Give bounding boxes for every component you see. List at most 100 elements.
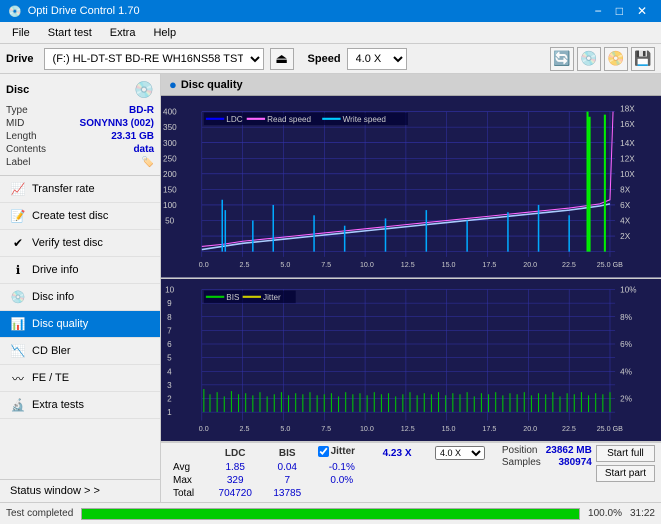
disc-info-label: Disc info: [32, 291, 74, 303]
samples-row: Samples 380974: [502, 457, 592, 468]
menu-help[interactable]: Help: [145, 25, 184, 41]
sidebar-item-disc-quality[interactable]: 📊 Disc quality: [0, 311, 160, 338]
svg-text:20.0: 20.0: [523, 423, 537, 432]
sidebar-item-fe-te[interactable]: 〰 FE / TE: [0, 365, 160, 392]
svg-text:10.0: 10.0: [360, 260, 374, 269]
status-text: Test completed: [6, 508, 73, 519]
svg-text:100: 100: [163, 201, 177, 210]
svg-text:200: 200: [163, 170, 177, 179]
main-content: Disc 💿 Type BD-R MID SONYNN3 (002) Lengt…: [0, 74, 661, 502]
save-button[interactable]: 💾: [631, 47, 655, 71]
stats-col-ldc: LDC: [207, 445, 262, 461]
svg-text:LDC: LDC: [226, 115, 242, 124]
max-speed-empty: [372, 474, 498, 487]
maximize-button[interactable]: □: [610, 3, 629, 19]
chart-header: ● Disc quality: [161, 74, 661, 96]
max-jitter: 0.0%: [312, 474, 372, 487]
disc-label-label: Label: [6, 157, 30, 168]
drive-select[interactable]: (F:) HL-DT-ST BD-RE WH16NS58 TST4: [44, 48, 264, 70]
drive-bar: Drive (F:) HL-DT-ST BD-RE WH16NS58 TST4 …: [0, 44, 661, 74]
svg-text:25.0 GB: 25.0 GB: [597, 260, 623, 269]
verify-disc-label: Verify test disc: [32, 237, 103, 249]
jitter-checkbox[interactable]: [318, 446, 329, 457]
sidebar-item-extra-tests[interactable]: 🔬 Extra tests: [0, 392, 160, 419]
total-label: Total: [167, 487, 207, 500]
minimize-button[interactable]: −: [589, 3, 608, 19]
stats-row-max: Max 329 7 0.0%: [167, 474, 498, 487]
disc-button2[interactable]: 📀: [604, 47, 628, 71]
disc-length-value: 23.31 GB: [111, 131, 154, 142]
svg-text:8: 8: [167, 312, 172, 321]
disc-mid-value: SONYNN3 (002): [80, 118, 154, 129]
menu-extra[interactable]: Extra: [102, 25, 144, 41]
eject-button[interactable]: ⏏: [270, 48, 294, 70]
position-value: 23862 MB: [546, 445, 592, 456]
disc-contents-label: Contents: [6, 144, 46, 155]
create-disc-icon: 📝: [10, 208, 26, 224]
app-icon: 💿: [8, 5, 22, 18]
fe-te-icon: 〰: [10, 370, 26, 386]
svg-text:BIS: BIS: [226, 292, 240, 301]
stats-col-bis: BIS: [263, 445, 312, 461]
sidebar-item-cd-bler[interactable]: 📉 CD Bler: [0, 338, 160, 365]
disc-icon: 💿: [134, 80, 154, 100]
total-bis: 13785: [263, 487, 312, 500]
sidebar-item-drive-info[interactable]: ℹ Drive info: [0, 257, 160, 284]
sidebar-item-verify-test-disc[interactable]: ✔ Verify test disc: [0, 230, 160, 257]
top-chart-wrapper: 400 350 300 250 200 150 100 50 18X 16X 1…: [161, 96, 661, 279]
menu-start-test[interactable]: Start test: [40, 25, 100, 41]
svg-text:6%: 6%: [620, 340, 632, 349]
svg-text:300: 300: [163, 139, 177, 148]
disc-contents-value: data: [133, 144, 154, 155]
title-bar-left: 💿 Opti Drive Control 1.70: [8, 5, 140, 18]
cd-bler-icon: 📉: [10, 343, 26, 359]
menu-bar: File Start test Extra Help: [0, 22, 661, 44]
refresh-button[interactable]: 🔄: [550, 47, 574, 71]
speed-dropdown[interactable]: 4.0 X: [435, 446, 485, 460]
start-full-button[interactable]: Start full: [596, 445, 655, 462]
svg-text:9: 9: [167, 299, 172, 308]
extra-tests-label: Extra tests: [32, 399, 84, 411]
sidebar-item-disc-info[interactable]: 💿 Disc info: [0, 284, 160, 311]
svg-text:3: 3: [167, 380, 172, 389]
start-part-button[interactable]: Start part: [596, 465, 655, 482]
close-button[interactable]: ✕: [631, 3, 653, 19]
status-window-button[interactable]: Status window > >: [0, 480, 160, 502]
fe-te-label: FE / TE: [32, 372, 69, 384]
progress-percent: 100.0%: [588, 508, 622, 519]
svg-text:5.0: 5.0: [280, 260, 290, 269]
menu-file[interactable]: File: [4, 25, 38, 41]
progress-bar: [81, 508, 580, 520]
svg-text:5: 5: [167, 353, 172, 362]
disc-contents-row: Contents data: [6, 143, 154, 156]
svg-text:15.0: 15.0: [442, 423, 456, 432]
avg-speed-empty: [372, 461, 498, 474]
max-bis: 7: [263, 474, 312, 487]
svg-text:10.0: 10.0: [360, 423, 374, 432]
start-buttons: Start full Start part: [596, 445, 655, 482]
app-title: Opti Drive Control 1.70: [28, 5, 140, 17]
svg-text:22.5: 22.5: [562, 423, 576, 432]
sidebar: Disc 💿 Type BD-R MID SONYNN3 (002) Lengt…: [0, 74, 161, 502]
avg-ldc: 1.85: [207, 461, 262, 474]
title-bar: 💿 Opti Drive Control 1.70 − □ ✕: [0, 0, 661, 22]
disc-type-value: BD-R: [129, 105, 154, 116]
position-label: Position: [502, 445, 538, 456]
svg-text:4X: 4X: [620, 217, 630, 226]
svg-text:12X: 12X: [620, 154, 635, 163]
disc-button1[interactable]: 💿: [577, 47, 601, 71]
svg-text:14X: 14X: [620, 139, 635, 148]
svg-text:5.0: 5.0: [280, 423, 290, 432]
sidebar-item-transfer-rate[interactable]: 📈 Transfer rate: [0, 176, 160, 203]
sidebar-item-create-test-disc[interactable]: 📝 Create test disc: [0, 203, 160, 230]
svg-text:7: 7: [167, 326, 172, 335]
svg-text:25.0 GB: 25.0 GB: [597, 423, 623, 432]
drive-info-icon: ℹ: [10, 262, 26, 278]
svg-text:15.0: 15.0: [442, 260, 456, 269]
svg-text:1: 1: [167, 408, 172, 417]
speed-select[interactable]: 4.0 X: [347, 48, 407, 70]
svg-text:12.5: 12.5: [401, 423, 415, 432]
create-disc-label: Create test disc: [32, 210, 108, 222]
avg-jitter: -0.1%: [312, 461, 372, 474]
chart-header-icon: ●: [169, 77, 177, 92]
